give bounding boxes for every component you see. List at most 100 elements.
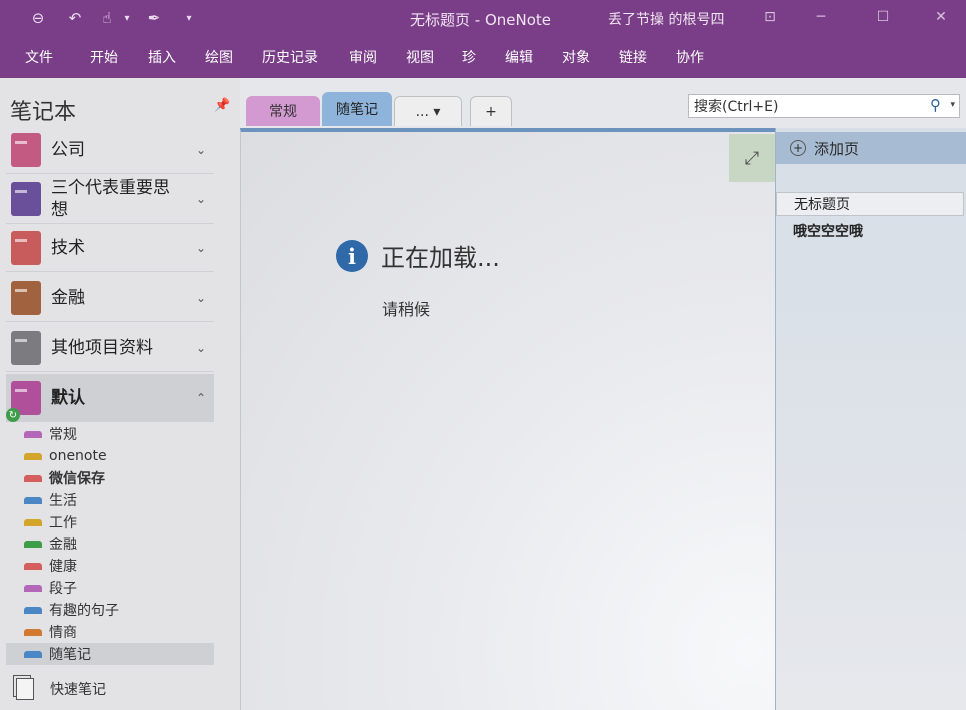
menu-edit[interactable]: 编辑 <box>505 47 533 67</box>
menu-view[interactable]: 视图 <box>406 47 434 67</box>
menu-review[interactable]: 审阅 <box>349 47 377 67</box>
menu-home[interactable]: 开始 <box>90 47 118 67</box>
section-tab-icon <box>24 540 42 548</box>
notebooks-title: 笔记本 <box>10 100 77 125</box>
section-health[interactable]: 健康 <box>24 555 77 577</box>
menu-file[interactable]: 文件 <box>25 47 53 67</box>
pin-icon[interactable]: 📌 <box>214 98 230 113</box>
wait-message: 请稍候 <box>382 300 431 319</box>
section-label: 随笔记 <box>49 647 91 663</box>
notebook-company[interactable]: 公司 ⌄ <box>6 126 214 174</box>
info-icon: i <box>336 240 368 272</box>
section-jokes[interactable]: 段子 <box>24 577 77 599</box>
minimize-button[interactable]: ─ <box>806 6 836 28</box>
user-name[interactable]: 丢了节操 的根号四 <box>608 9 724 29</box>
section-notes[interactable]: 随笔记 <box>6 643 214 665</box>
add-circle-icon: + <box>790 140 806 156</box>
notebook-icon <box>11 280 41 315</box>
section-tab-icon <box>24 628 42 636</box>
section-tab-icon <box>24 518 42 526</box>
chevron-down-icon[interactable]: ⌄ <box>196 341 206 355</box>
notebook-label: 金融 <box>51 287 85 308</box>
quick-notes-icon <box>16 678 34 700</box>
menu-zhen[interactable]: 珍 <box>462 47 476 67</box>
ribbon-menu: 文件 开始 插入 绘图 历史记录 审阅 视图 珍 编辑 对象 链接 协作 <box>0 36 966 78</box>
search-scope-dropdown-icon[interactable]: ▾ <box>950 100 955 110</box>
section-label: 常规 <box>49 427 77 443</box>
sync-icon: ↻ <box>6 408 20 422</box>
touch-mode-dropdown-icon[interactable]: ▾ <box>116 7 138 29</box>
tab-more-sections[interactable]: ... ▾ <box>394 96 462 126</box>
section-onenote[interactable]: onenote <box>24 445 107 467</box>
notebook-label: 技术 <box>51 237 85 258</box>
notebook-tech[interactable]: 技术 ⌄ <box>6 224 214 272</box>
menu-history[interactable]: 历史记录 <box>262 47 318 67</box>
chevron-up-icon[interactable]: ⌃ <box>196 391 206 405</box>
ribbon-display-options-button[interactable]: ⊡ <box>755 6 785 28</box>
menu-insert[interactable]: 插入 <box>148 47 176 67</box>
window-title: 无标题页 - OneNote <box>410 11 551 29</box>
notebook-default[interactable]: 默认 ⌃ <box>6 374 214 422</box>
maximize-button[interactable]: ☐ <box>868 6 898 28</box>
notebook-label: 三个代表重要思想 <box>51 177 170 220</box>
expand-icon[interactable]: ⤢ <box>729 134 775 182</box>
notebook-label: 公司 <box>51 139 85 160</box>
section-tab-icon <box>24 430 42 438</box>
menu-object[interactable]: 对象 <box>562 47 590 67</box>
section-general[interactable]: 常规 <box>24 423 77 445</box>
pen-icon[interactable]: ✒ <box>143 7 165 29</box>
notebook-icon <box>11 181 41 216</box>
section-finance[interactable]: 金融 <box>24 533 77 555</box>
section-label: 有趣的句子 <box>49 603 119 619</box>
section-wechat-saved[interactable]: 微信保存 <box>24 467 105 489</box>
tab-notes[interactable]: 随笔记 <box>322 92 392 126</box>
title-bar: ⊖ ↶ ☝ ▾ ✒ ▾ 无标题页 - OneNote 丢了节操 的根号四 ⊡ ─… <box>0 0 966 36</box>
add-page-button[interactable]: + 添加页 <box>776 132 966 164</box>
notebook-three-represents[interactable]: 三个代表重要思想 ⌄ <box>6 174 214 224</box>
section-tab-icon <box>24 606 42 614</box>
section-eq[interactable]: 情商 <box>24 621 77 643</box>
notebook-icon <box>11 230 41 265</box>
notebook-label: 默认 <box>51 387 85 408</box>
touch-mode-icon[interactable]: ☝ <box>96 7 118 29</box>
menu-draw[interactable]: 绘图 <box>205 47 233 67</box>
quick-notes[interactable]: 快速笔记 <box>16 678 106 700</box>
search-icon[interactable]: ⚲ <box>930 96 941 114</box>
close-button[interactable]: ✕ <box>926 6 956 28</box>
chevron-down-icon[interactable]: ⌄ <box>196 143 206 157</box>
page-item-untitled[interactable]: 无标题页 <box>776 192 964 216</box>
add-page-label: 添加页 <box>814 139 860 158</box>
notebook-finance[interactable]: 金融 ⌄ <box>6 274 214 322</box>
chevron-down-icon[interactable]: ⌄ <box>196 241 206 255</box>
undo-icon[interactable]: ↶ <box>64 7 86 29</box>
add-section-button[interactable]: + <box>470 96 512 126</box>
section-life[interactable]: 生活 <box>24 489 77 511</box>
chevron-down-icon[interactable]: ⌄ <box>196 291 206 305</box>
notebook-other-projects[interactable]: 其他项目资料 ⌄ <box>6 324 214 372</box>
page-item-second[interactable]: 哦空空空哦 <box>776 219 964 243</box>
notebook-icon <box>11 330 41 365</box>
section-tab-icon <box>24 474 42 482</box>
section-label: 金融 <box>49 537 77 553</box>
section-tab-icon <box>24 562 42 570</box>
page-canvas[interactable]: ⤢ i 正在加载... 请稍候 <box>240 128 775 710</box>
section-tab-icon <box>24 496 42 504</box>
back-icon[interactable]: ⊖ <box>27 7 49 29</box>
chevron-down-icon[interactable]: ⌄ <box>196 192 206 206</box>
section-label: 微信保存 <box>49 471 105 487</box>
page-list: + 添加页 无标题页 哦空空空哦 <box>775 128 966 710</box>
tab-general[interactable]: 常规 <box>246 96 320 126</box>
section-tab-icon <box>24 452 42 460</box>
customize-quick-access-icon[interactable]: ▾ <box>178 7 200 29</box>
section-label: 段子 <box>49 581 77 597</box>
section-label: 健康 <box>49 559 77 575</box>
section-label: 工作 <box>49 515 77 531</box>
notebook-icon <box>11 132 41 167</box>
loading-message: 正在加载... <box>381 244 500 272</box>
search-input[interactable]: 搜索(Ctrl+E) ⚲ ▾ <box>688 94 960 118</box>
menu-link[interactable]: 链接 <box>619 47 647 67</box>
section-tab-icon <box>24 584 42 592</box>
menu-collaborate[interactable]: 协作 <box>676 47 704 67</box>
section-interesting-sentences[interactable]: 有趣的句子 <box>24 599 119 621</box>
section-work[interactable]: 工作 <box>24 511 77 533</box>
